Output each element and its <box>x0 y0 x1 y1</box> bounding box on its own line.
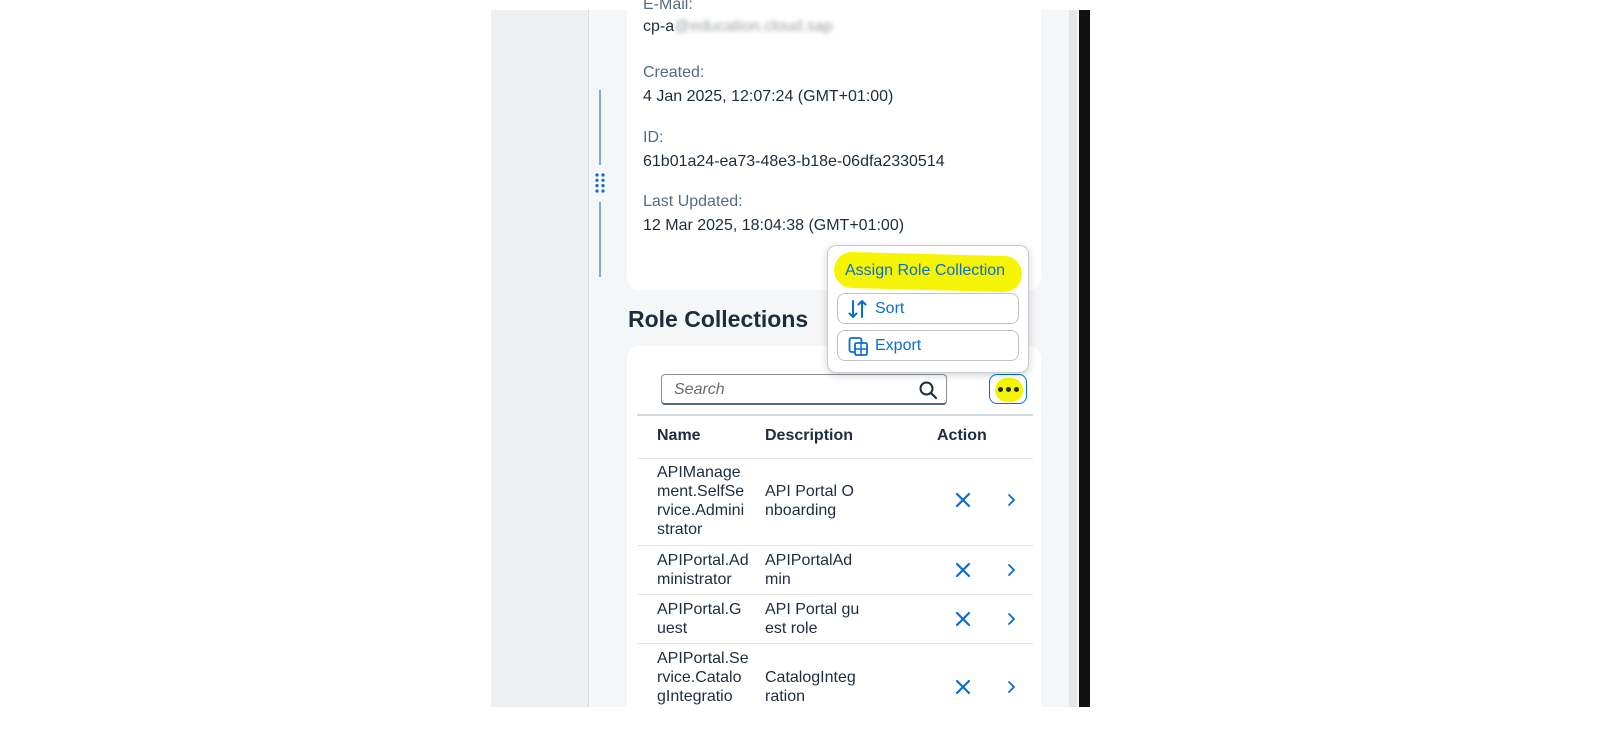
more-actions-button[interactable] <box>989 374 1027 404</box>
remove-icon[interactable] <box>953 490 973 510</box>
overflow-popover: Assign Role Collection Sort Export <box>827 245 1029 373</box>
chevron-right-icon[interactable] <box>1005 493 1017 507</box>
search-icon[interactable] <box>918 380 938 400</box>
remove-icon[interactable] <box>953 560 973 580</box>
left-pane <box>491 10 589 707</box>
export-icon <box>848 336 868 356</box>
remove-icon[interactable] <box>953 677 973 697</box>
id-value: 61b01a24-ea73-48e3-b18e-06dfa2330514 <box>643 153 945 170</box>
row-name: APIPortal.Guest <box>657 601 742 637</box>
sort-button[interactable]: Sort <box>837 293 1019 324</box>
splitter-line-bottom[interactable] <box>599 202 601 277</box>
sort-icon <box>848 299 867 318</box>
row-name: APIManagement.SelfService.Administrator <box>657 464 745 538</box>
email-value-blurred: @education.cloud.sap <box>674 18 833 35</box>
updated-value: 12 Mar 2025, 18:04:38 (GMT+01:00) <box>643 217 905 234</box>
row-name: APIPortal.Service.CatalogIntegratio <box>657 650 749 705</box>
remove-icon[interactable] <box>953 609 973 629</box>
splitter-grip-icon[interactable] <box>592 168 608 198</box>
created-label: Created: <box>643 64 705 81</box>
table-row[interactable]: APIManagement.SelfService.Administrator … <box>637 458 1033 546</box>
created-value: 4 Jan 2025, 12:07:24 (GMT+01:00) <box>643 88 894 105</box>
column-header-description[interactable]: Description <box>765 427 853 445</box>
search-input[interactable]: Search <box>661 374 947 405</box>
window-edge <box>1079 10 1090 707</box>
sort-label: Sort <box>875 299 905 317</box>
email-field: E-Mail: cp-a@education.cloud.sap <box>643 0 833 36</box>
updated-field: Last Updated: 12 Mar 2025, 18:04:38 (GMT… <box>643 193 904 235</box>
updated-label: Last Updated: <box>643 193 743 210</box>
row-description: APIPortalAdmin <box>765 552 853 588</box>
more-icon <box>997 386 1019 392</box>
row-name: APIPortal.Administrator <box>657 552 749 588</box>
row-description: API Portal guest role <box>765 601 860 637</box>
email-label: E-Mail: <box>643 0 693 13</box>
row-description: CatalogIntegration <box>765 669 856 705</box>
export-label: Export <box>875 336 922 354</box>
splitter-line-top[interactable] <box>599 90 601 165</box>
right-scroll-edge <box>1069 10 1077 707</box>
email-value: cp-a@education.cloud.sap <box>643 18 833 36</box>
id-label: ID: <box>643 129 664 146</box>
created-field: Created: 4 Jan 2025, 12:07:24 (GMT+01:00… <box>643 64 893 106</box>
email-value-visible: cp-a <box>643 18 675 35</box>
chevron-right-icon[interactable] <box>1005 563 1017 577</box>
table-row[interactable]: APIPortal.Administrator APIPortalAdmin <box>637 546 1033 595</box>
search-placeholder: Search <box>674 381 725 398</box>
column-header-name[interactable]: Name <box>657 427 701 445</box>
table-row[interactable]: APIPortal.Service.CatalogIntegratio Cata… <box>637 644 1033 714</box>
chevron-right-icon[interactable] <box>1005 680 1017 694</box>
row-description: API Portal Onboarding <box>765 483 854 519</box>
chevron-right-icon[interactable] <box>1005 612 1017 626</box>
export-button[interactable]: Export <box>837 330 1019 361</box>
assign-role-collection-button[interactable]: Assign Role Collection <box>845 262 1005 280</box>
column-header-action: Action <box>937 427 987 444</box>
id-field: ID: 61b01a24-ea73-48e3-b18e-06dfa2330514 <box>643 129 945 171</box>
table-row[interactable]: APIPortal.Guest API Portal guest role <box>637 595 1033 644</box>
section-title: Role Collections <box>628 306 809 332</box>
table-header: Name Description Action <box>637 414 1033 459</box>
